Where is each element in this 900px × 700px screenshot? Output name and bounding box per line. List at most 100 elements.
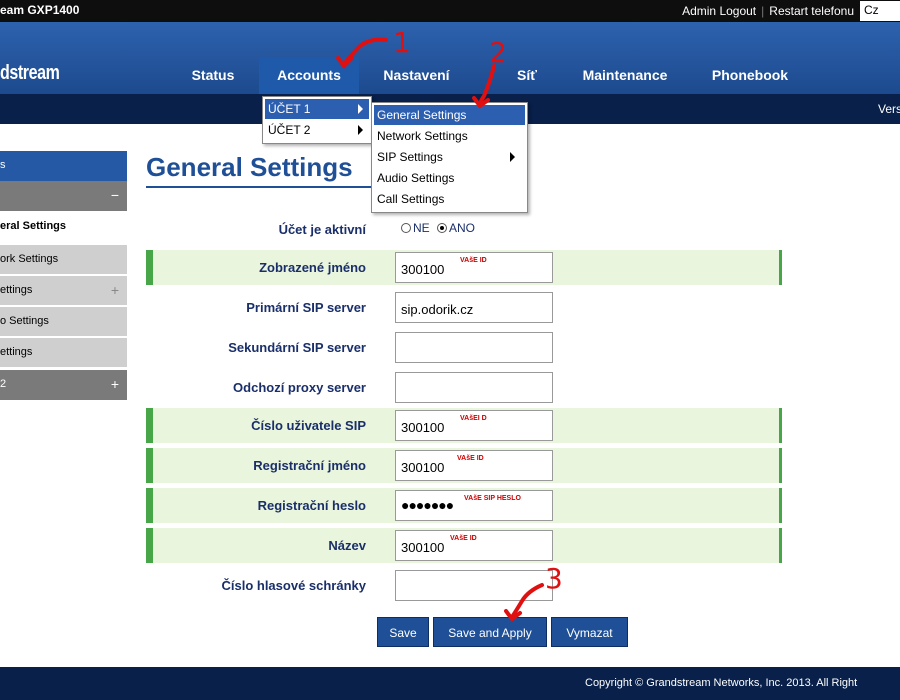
- account-active-radio-group: NE ANO: [401, 221, 475, 235]
- form-row-primary-sip: Primární SIP server sip.odorik.cz: [146, 290, 782, 325]
- display-name-note: VAšE ID: [460, 257, 487, 264]
- restart-phone-link[interactable]: Restart telefonu: [769, 4, 854, 18]
- radio-yes-icon[interactable]: [437, 223, 448, 233]
- annotation-number-1: 1: [393, 26, 411, 59]
- collapse-icon[interactable]: −: [111, 187, 119, 203]
- account-active-label: Účet je aktivní: [278, 222, 366, 237]
- radio-no-label: NE: [413, 221, 430, 235]
- submenu-arrow-icon: [358, 104, 363, 114]
- menu-item-label: SIP Settings: [377, 150, 443, 164]
- nav-phonebook[interactable]: Phonebook: [700, 57, 800, 94]
- form-row-auth-id: Registrační jméno 300100 VAšE ID: [146, 448, 782, 483]
- page: eam GXP1400 Admin Logout | Restart telef…: [0, 0, 900, 700]
- name-note: VAšE ID: [450, 535, 477, 542]
- outbound-proxy-label: Odchozí proxy server: [233, 380, 366, 395]
- sidebar-item-network-settings[interactable]: ork Settings: [0, 245, 127, 275]
- nav-maintenance[interactable]: Maintenance: [570, 57, 680, 94]
- sidebar-item-label: eral Settings: [0, 220, 67, 232]
- admin-logout-link[interactable]: Admin Logout: [682, 4, 756, 18]
- model-title: eam GXP1400: [0, 3, 80, 17]
- submenu-arrow-icon: [510, 152, 515, 162]
- top-links: Admin Logout | Restart telefonu Cz: [682, 0, 900, 22]
- save-button[interactable]: Save: [377, 617, 429, 647]
- account-submenu: General Settings Network Settings SIP Se…: [371, 102, 528, 213]
- annotation-number-2: 2: [489, 36, 507, 69]
- sidebar-item-call-settings[interactable]: ettings: [0, 338, 127, 368]
- form-row-secondary-sip: Sekundární SIP server: [146, 330, 782, 365]
- secondary-sip-label: Sekundární SIP server: [228, 340, 366, 355]
- annotation-number-3: 3: [545, 562, 563, 595]
- auth-id-value: 300100: [401, 460, 445, 475]
- radio-no-icon[interactable]: [401, 223, 411, 233]
- auth-id-input[interactable]: 300100 VAšE ID: [395, 450, 553, 481]
- nav-status[interactable]: Status: [177, 57, 249, 94]
- sidebar-item-label: 2: [0, 378, 7, 390]
- version-label: Vers: [878, 102, 900, 116]
- form-row-display-name: Zobrazené jméno 300100 VAšE ID: [146, 250, 782, 285]
- menu-item-network-settings[interactable]: Network Settings: [374, 126, 525, 146]
- auth-password-label: Registrační heslo: [257, 498, 366, 513]
- form-row-auth-password: Registrační heslo ●●●●●●● VAšE SIP HESLO: [146, 488, 782, 523]
- form-row-name: Název 300100 VAšE ID: [146, 528, 782, 563]
- accounts-dropdown-menu: ÚČET 1 ÚČET 2: [262, 96, 372, 144]
- sip-user-id-value: 300100: [401, 420, 445, 435]
- voicemail-label: Číslo hlasové schránky: [221, 578, 366, 593]
- menu-item-audio-settings[interactable]: Audio Settings: [374, 168, 525, 188]
- sidebar-item-sip-settings[interactable]: ettings +: [0, 276, 127, 306]
- primary-sip-input[interactable]: sip.odorik.cz: [395, 292, 553, 323]
- auth-password-value: ●●●●●●●: [401, 497, 454, 513]
- annotation-arrow-3-icon: [504, 583, 544, 622]
- outbound-proxy-input[interactable]: [395, 372, 553, 403]
- menu-item-call-settings[interactable]: Call Settings: [374, 189, 525, 209]
- menu-item-sip-settings[interactable]: SIP Settings: [374, 147, 525, 167]
- name-input[interactable]: 300100 VAšE ID: [395, 530, 553, 561]
- clear-button[interactable]: Vymazat: [551, 617, 628, 647]
- sidebar-item-account-group[interactable]: −: [0, 181, 127, 211]
- auth-password-note: VAšE SIP HESLO: [464, 495, 521, 502]
- primary-sip-label: Primární SIP server: [246, 300, 366, 315]
- sidebar-item-audio-settings[interactable]: o Settings: [0, 307, 127, 337]
- sidebar-item-general-settings[interactable]: eral Settings: [0, 212, 127, 242]
- sip-user-id-label: Číslo uživatele SIP: [251, 418, 366, 433]
- submenu-arrow-icon: [358, 125, 363, 135]
- sidebar-header: s: [0, 151, 127, 181]
- menu-item-label: ÚČET 2: [268, 123, 311, 137]
- brand-logo: dstream: [0, 62, 60, 84]
- secondary-sip-input[interactable]: [395, 332, 553, 363]
- auth-id-label: Registrační jméno: [253, 458, 366, 473]
- menu-item-account-1[interactable]: ÚČET 1: [265, 99, 369, 119]
- name-value: 300100: [401, 540, 445, 555]
- form-row-voicemail: Číslo hlasové schránky: [146, 568, 782, 603]
- form-row-sip-user-id: Číslo uživatele SIP 300100 VAšEI D: [146, 408, 782, 443]
- sidebar-header-label: s: [0, 159, 6, 171]
- sidebar-item-label: ettings: [0, 346, 33, 358]
- page-title: General Settings: [146, 152, 353, 182]
- form-row-outbound-proxy: Odchozí proxy server: [146, 370, 782, 405]
- sidebar-item-label: ettings: [0, 284, 33, 296]
- display-name-value: 300100: [401, 262, 445, 277]
- annotation-arrow-2-icon: [472, 64, 496, 109]
- menu-item-account-2[interactable]: ÚČET 2: [265, 120, 369, 140]
- display-name-label: Zobrazené jméno: [259, 260, 366, 275]
- sidebar-item-label: o Settings: [0, 315, 49, 327]
- display-name-input[interactable]: 300100 VAšE ID: [395, 252, 553, 283]
- language-select[interactable]: Cz: [860, 1, 900, 21]
- copyright-text: Copyright © Grandstream Networks, Inc. 2…: [585, 677, 858, 689]
- expand-icon[interactable]: +: [111, 282, 119, 298]
- footer: Copyright © Grandstream Networks, Inc. 2…: [0, 667, 900, 700]
- annotation-arrow-1-icon: [336, 37, 388, 70]
- radio-yes-label: ANO: [449, 221, 476, 235]
- name-label: Název: [328, 538, 366, 553]
- sidebar-item-label: ork Settings: [0, 253, 59, 265]
- auth-password-input[interactable]: ●●●●●●● VAšE SIP HESLO: [395, 490, 553, 521]
- expand-icon[interactable]: +: [111, 376, 119, 392]
- primary-sip-value: sip.odorik.cz: [401, 302, 474, 317]
- auth-id-note: VAšE ID: [457, 455, 484, 462]
- sip-user-id-note: VAšEI D: [460, 415, 487, 422]
- top-link-separator: |: [761, 4, 765, 18]
- menu-item-label: ÚČET 1: [268, 102, 311, 116]
- header: dstream Status Accounts Nastavení Síť Ma…: [0, 22, 900, 94]
- sip-user-id-input[interactable]: 300100 VAšEI D: [395, 410, 553, 441]
- top-bar: eam GXP1400 Admin Logout | Restart telef…: [0, 0, 900, 22]
- sidebar-item-account-2[interactable]: 2 +: [0, 370, 127, 400]
